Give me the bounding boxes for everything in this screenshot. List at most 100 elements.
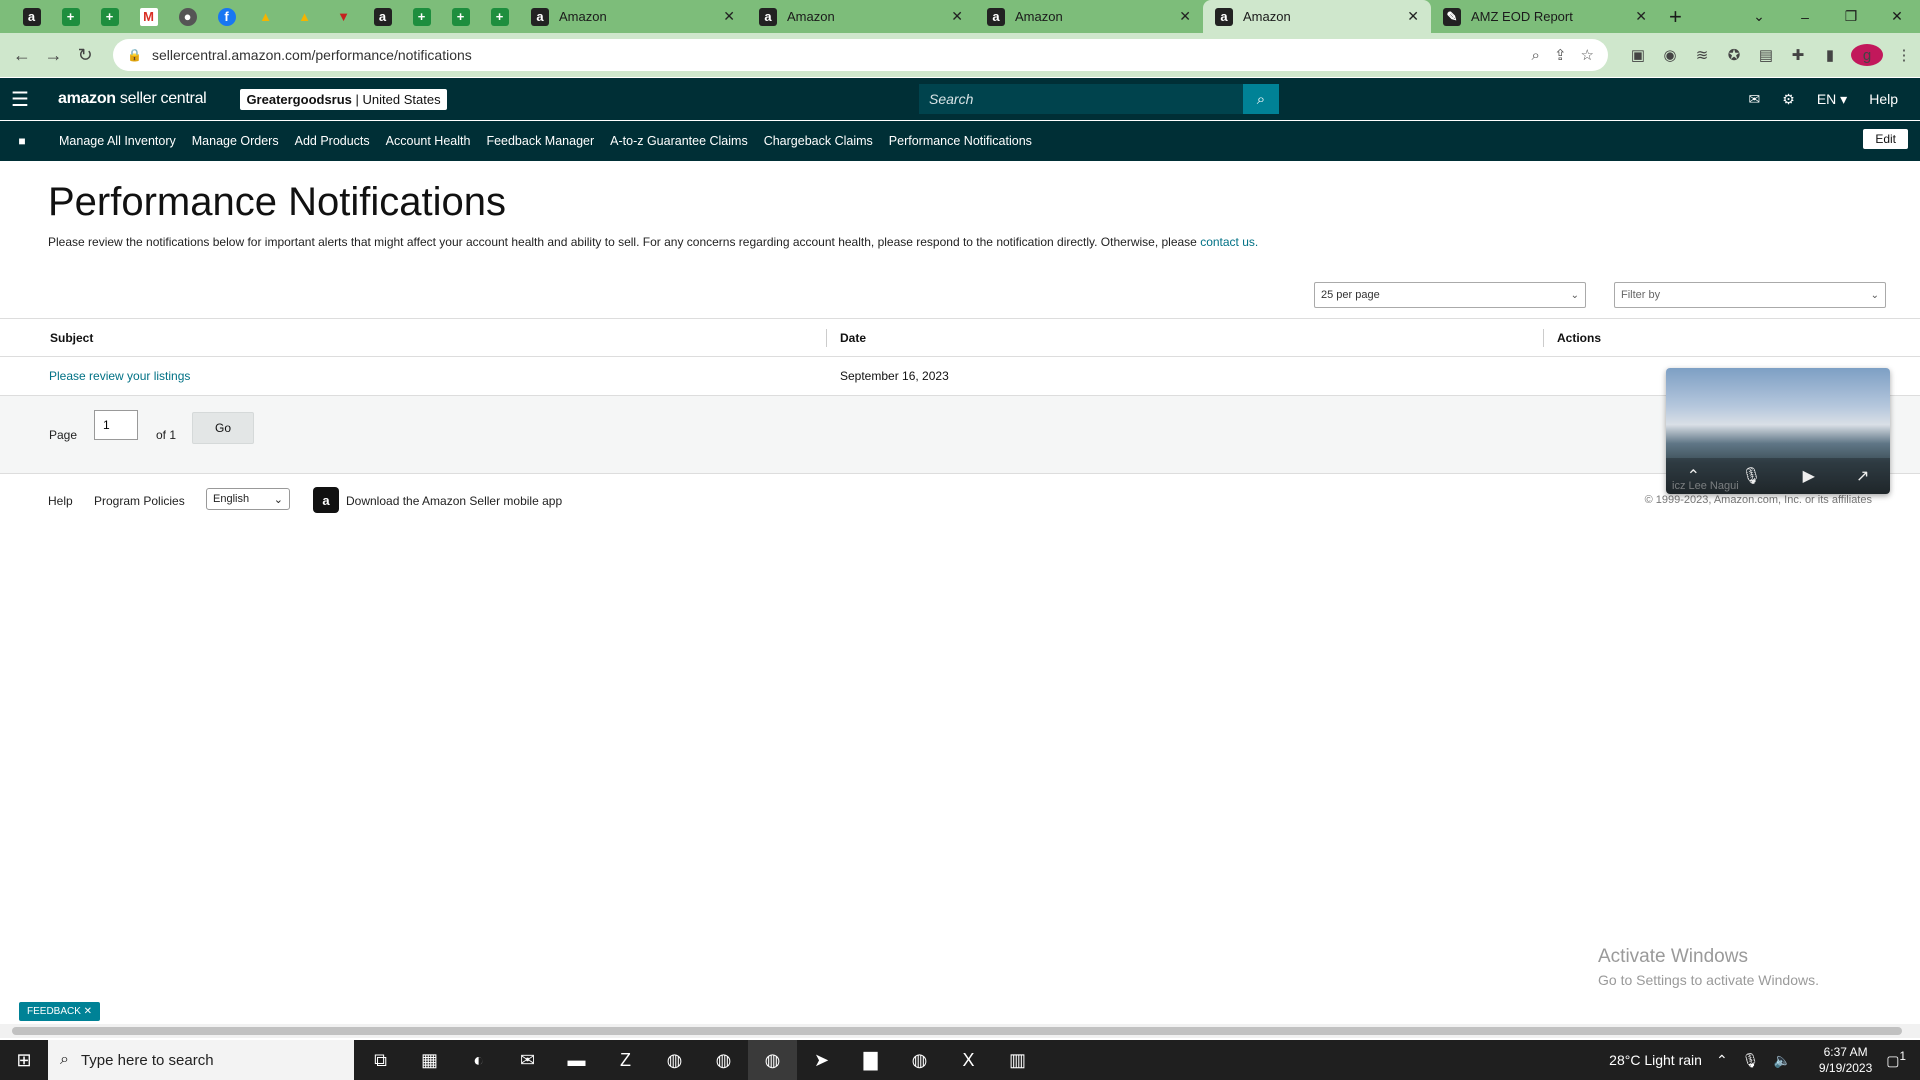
- search-input[interactable]: [919, 84, 1243, 114]
- forward-icon[interactable]: →: [38, 45, 70, 66]
- chevron-up-icon[interactable]: ⌃: [1687, 466, 1700, 486]
- new-tab-button[interactable]: +: [1669, 4, 1682, 30]
- extension-graph-icon[interactable]: ≋: [1686, 46, 1718, 64]
- mail-app-icon[interactable]: ✉: [503, 1040, 552, 1080]
- tab-search-icon[interactable]: ⌄: [1736, 8, 1782, 25]
- search-icon[interactable]: ⌕: [1243, 84, 1279, 114]
- browser-tab[interactable]: a Amazon ✕: [747, 0, 975, 33]
- browser-menu-icon[interactable]: ⋮: [1888, 46, 1920, 64]
- chrome-icon[interactable]: ◍: [895, 1040, 944, 1080]
- sticky-notes-icon[interactable]: ▇: [846, 1040, 895, 1080]
- go-button[interactable]: Go: [192, 412, 254, 444]
- pinned-tab[interactable]: +: [90, 0, 129, 33]
- telegram-icon[interactable]: ➤: [797, 1040, 846, 1080]
- taskbar-clock[interactable]: 6:37 AM 9/19/2023: [1819, 1044, 1872, 1076]
- microphone-icon[interactable]: 🎙: [1742, 1052, 1760, 1069]
- contact-us-link[interactable]: contact us.: [1200, 235, 1258, 249]
- footer-program-policies-link[interactable]: Program Policies: [94, 494, 185, 508]
- pinned-tab[interactable]: a: [12, 0, 51, 33]
- taskbar-search[interactable]: ⌕ Type here to search: [48, 1040, 354, 1080]
- pinned-tab[interactable]: M: [129, 0, 168, 33]
- pinned-tab[interactable]: a: [363, 0, 402, 33]
- pinned-tab[interactable]: +: [480, 0, 519, 33]
- store-icon[interactable]: ▦: [405, 1040, 454, 1080]
- task-view-icon[interactable]: ⧉: [356, 1040, 405, 1080]
- windows-start-icon[interactable]: ⊞: [0, 1050, 48, 1071]
- edit-nav-button[interactable]: Edit: [1863, 129, 1908, 149]
- footer-help-link[interactable]: Help: [48, 494, 73, 508]
- minimize-button[interactable]: –: [1782, 9, 1828, 25]
- side-panel-icon[interactable]: ▮: [1814, 46, 1846, 64]
- notification-subject-link[interactable]: Please review your listings: [49, 369, 190, 383]
- hamburger-menu-icon[interactable]: ☰: [0, 87, 40, 112]
- help-link[interactable]: Help: [1869, 91, 1898, 107]
- profile-avatar[interactable]: g: [1850, 44, 1883, 66]
- nav-item[interactable]: A-to-z Guarantee Claims: [610, 134, 748, 148]
- extension-color-icon[interactable]: ◉: [1654, 46, 1686, 64]
- footer-language-select[interactable]: English ⌄: [206, 488, 290, 510]
- close-window-button[interactable]: ✕: [1874, 8, 1920, 25]
- nav-item[interactable]: Chargeback Claims: [764, 134, 873, 148]
- chrome-icon[interactable]: ◍: [699, 1040, 748, 1080]
- browser-tab[interactable]: a Amazon ✕: [975, 0, 1203, 33]
- column-header-date[interactable]: Date: [840, 331, 866, 345]
- pinned-tab[interactable]: +: [51, 0, 90, 33]
- chrome-icon[interactable]: ◍: [748, 1040, 797, 1080]
- browser-tab[interactable]: ✎ AMZ EOD Report ✕: [1431, 0, 1659, 33]
- filter-select[interactable]: Filter by ⌄: [1614, 282, 1886, 308]
- browser-tab[interactable]: a Amazon ✕: [519, 0, 747, 33]
- edge-icon[interactable]: ◐: [454, 1040, 503, 1080]
- page-number-input[interactable]: [94, 410, 138, 440]
- extension-off-icon[interactable]: ▣: [1622, 46, 1654, 64]
- mail-icon[interactable]: ✉: [1749, 91, 1761, 108]
- calculator-icon[interactable]: ▥: [993, 1040, 1042, 1080]
- pinned-tab[interactable]: ▼: [324, 0, 363, 33]
- zoom-app-icon[interactable]: Z: [601, 1040, 650, 1080]
- bookmark-star-icon[interactable]: ☆: [1581, 46, 1594, 64]
- excel-icon[interactable]: X: [944, 1040, 993, 1080]
- mic-muted-icon[interactable]: 🎙: [1741, 466, 1761, 486]
- seller-central-logo[interactable]: amazon seller central: [58, 90, 207, 108]
- close-tab-icon[interactable]: ✕: [1407, 8, 1419, 25]
- file-explorer-icon[interactable]: ▬: [552, 1040, 601, 1080]
- weather-widget[interactable]: 28°C Light rain: [1609, 1052, 1702, 1068]
- notification-center-icon[interactable]: ▢1: [1886, 1050, 1906, 1070]
- pinned-tab[interactable]: ●: [168, 0, 207, 33]
- download-app-link[interactable]: Download the Amazon Seller mobile app: [346, 494, 562, 508]
- close-tab-icon[interactable]: ✕: [951, 8, 963, 25]
- pinned-tab[interactable]: ▲: [246, 0, 285, 33]
- feedback-button[interactable]: FEEDBACK ✕: [19, 1002, 101, 1021]
- chrome-icon[interactable]: ◍: [650, 1040, 699, 1080]
- settings-gear-icon[interactable]: ⚙: [1782, 91, 1795, 108]
- pinned-tab[interactable]: ▲: [285, 0, 324, 33]
- language-selector[interactable]: EN ▾: [1817, 91, 1847, 108]
- nav-item[interactable]: Add Products: [295, 134, 370, 148]
- column-header-subject[interactable]: Subject: [50, 331, 93, 345]
- bookmark-icon[interactable]: ■: [0, 134, 44, 148]
- extension-chart-icon[interactable]: ▤: [1750, 46, 1782, 64]
- share-icon[interactable]: ⇪: [1554, 46, 1567, 64]
- close-tab-icon[interactable]: ✕: [1179, 8, 1191, 25]
- nav-item[interactable]: Manage Orders: [192, 134, 279, 148]
- horizontal-scrollbar[interactable]: [0, 1024, 1920, 1038]
- back-icon[interactable]: ←: [6, 45, 38, 66]
- extension-globe-icon[interactable]: ✪: [1718, 46, 1750, 64]
- reload-icon[interactable]: ↻: [69, 45, 101, 66]
- pinned-tab[interactable]: +: [402, 0, 441, 33]
- address-bar[interactable]: 🔒 sellercentral.amazon.com/performance/n…: [113, 39, 1608, 71]
- browser-tab[interactable]: a Amazon ✕: [1203, 0, 1431, 33]
- speaker-icon[interactable]: 🔈: [1773, 1052, 1790, 1069]
- nav-item[interactable]: Account Health: [386, 134, 471, 148]
- nav-item[interactable]: Manage All Inventory: [59, 134, 176, 148]
- per-page-select[interactable]: 25 per page ⌄: [1314, 282, 1586, 308]
- pinned-tab[interactable]: +: [441, 0, 480, 33]
- lock-icon[interactable]: 🔒: [127, 48, 142, 62]
- popout-icon[interactable]: ↗: [1856, 466, 1869, 486]
- store-selector[interactable]: Greatergoodsrus | United States: [240, 88, 447, 110]
- close-tab-icon[interactable]: ✕: [1635, 8, 1647, 25]
- video-call-overlay[interactable]: icz Lee Nagui ⌃ 🎙 ▶ ↗: [1666, 368, 1890, 494]
- restore-button[interactable]: ❐: [1828, 8, 1874, 25]
- seller-app-icon[interactable]: a: [313, 487, 339, 513]
- camera-icon[interactable]: ▶: [1803, 466, 1815, 486]
- nav-item[interactable]: Performance Notifications: [889, 134, 1032, 148]
